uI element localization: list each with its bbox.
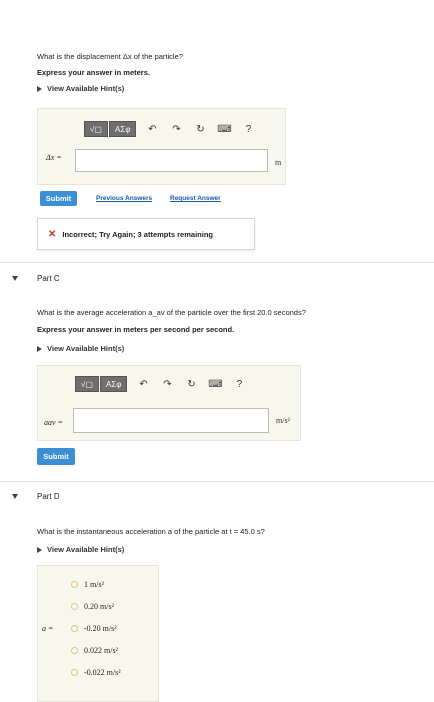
express-instruction: Express your answer in meters.	[37, 68, 150, 77]
view-hints-link[interactable]: View Available Hint(s)	[37, 545, 124, 554]
answer-panel: a = 1 m/s² 0.20 m/s² -0.20 m/s² 0.022 m/…	[37, 565, 159, 702]
view-hints-link[interactable]: View Available Hint(s)	[37, 84, 124, 93]
radio-option[interactable]: 0.022 m/s²	[71, 646, 118, 655]
option-label: 1 m/s²	[84, 580, 104, 589]
reset-icon[interactable]: ↻	[188, 124, 212, 135]
hint-link-label: View Available Hint(s)	[47, 84, 125, 93]
radio-button[interactable]	[71, 669, 78, 676]
hint-link-label: View Available Hint(s)	[47, 344, 125, 353]
radio-button[interactable]	[71, 625, 78, 632]
undo-icon[interactable]: ↶	[131, 379, 155, 390]
option-label: 0.20 m/s²	[84, 602, 114, 611]
request-answer-link[interactable]: Request Answer	[170, 195, 221, 202]
unit-label: m	[275, 158, 282, 167]
radio-option[interactable]: -0.022 m/s²	[71, 668, 121, 677]
radio-option[interactable]: 0.20 m/s²	[71, 602, 114, 611]
expand-arrow-icon	[37, 345, 42, 352]
help-icon[interactable]: ?	[227, 379, 251, 390]
templates-button[interactable]: √▢	[84, 121, 108, 137]
radio-option[interactable]: 1 m/s²	[71, 580, 104, 589]
option-label: 0.022 m/s²	[84, 646, 118, 655]
question-text: What is the average acceleration a_av of…	[37, 308, 306, 317]
input-label: a =	[42, 624, 54, 633]
answer-input[interactable]	[75, 149, 268, 172]
math-toolbar: √▢ ΑΣφ ↶ ↷ ↻ ⌨ ?	[75, 376, 251, 392]
unit-label: m/s²	[276, 416, 290, 425]
submit-button[interactable]: Submit	[37, 448, 75, 465]
greek-symbols-button[interactable]: ΑΣφ	[99, 376, 128, 392]
undo-icon[interactable]: ↶	[140, 124, 164, 135]
answer-panel: √▢ ΑΣφ ↶ ↷ ↻ ⌨ ? Δx = m	[37, 108, 286, 185]
feedback-text: Incorrect; Try Again; 3 attempts remaini…	[62, 229, 213, 239]
question-text: What is the displacement Δx of the parti…	[37, 52, 183, 61]
radio-button[interactable]	[71, 603, 78, 610]
section-divider	[0, 262, 434, 263]
keyboard-icon[interactable]: ⌨	[203, 379, 227, 390]
expand-arrow-icon	[37, 85, 42, 92]
reset-icon[interactable]: ↻	[179, 379, 203, 390]
redo-icon[interactable]: ↷	[164, 124, 188, 135]
answer-input[interactable]	[73, 408, 269, 433]
collapse-arrow-icon[interactable]	[12, 494, 18, 499]
hint-link-label: View Available Hint(s)	[47, 545, 125, 554]
answer-panel: √▢ ΑΣφ ↶ ↷ ↻ ⌨ ? aav = m/s²	[37, 365, 301, 441]
part-title: Part C	[37, 274, 60, 283]
part-title: Part D	[37, 492, 60, 501]
templates-button[interactable]: √▢	[75, 376, 99, 392]
redo-icon[interactable]: ↷	[155, 379, 179, 390]
expand-arrow-icon	[37, 546, 42, 553]
input-label: aav =	[44, 418, 63, 427]
question-text: What is the instantaneous acceleration a…	[37, 527, 265, 536]
feedback-box: ✕ Incorrect; Try Again; 3 attempts remai…	[37, 218, 255, 250]
incorrect-x-icon: ✕	[48, 228, 57, 240]
radio-button[interactable]	[71, 581, 78, 588]
previous-answers-link[interactable]: Previous Answers	[96, 195, 152, 202]
collapse-arrow-icon[interactable]	[12, 276, 18, 281]
radio-option[interactable]: -0.20 m/s²	[71, 624, 117, 633]
express-instruction: Express your answer in meters per second…	[37, 325, 235, 334]
section-divider	[0, 481, 434, 482]
option-label: -0.20 m/s²	[84, 624, 117, 633]
input-label: Δx =	[46, 153, 62, 162]
math-toolbar: √▢ ΑΣφ ↶ ↷ ↻ ⌨ ?	[84, 121, 260, 137]
submit-button[interactable]: Submit	[40, 191, 77, 206]
radio-button[interactable]	[71, 647, 78, 654]
help-icon[interactable]: ?	[236, 124, 260, 135]
keyboard-icon[interactable]: ⌨	[212, 124, 236, 135]
view-hints-link[interactable]: View Available Hint(s)	[37, 344, 124, 353]
option-label: -0.022 m/s²	[84, 668, 121, 677]
greek-symbols-button[interactable]: ΑΣφ	[108, 121, 137, 137]
